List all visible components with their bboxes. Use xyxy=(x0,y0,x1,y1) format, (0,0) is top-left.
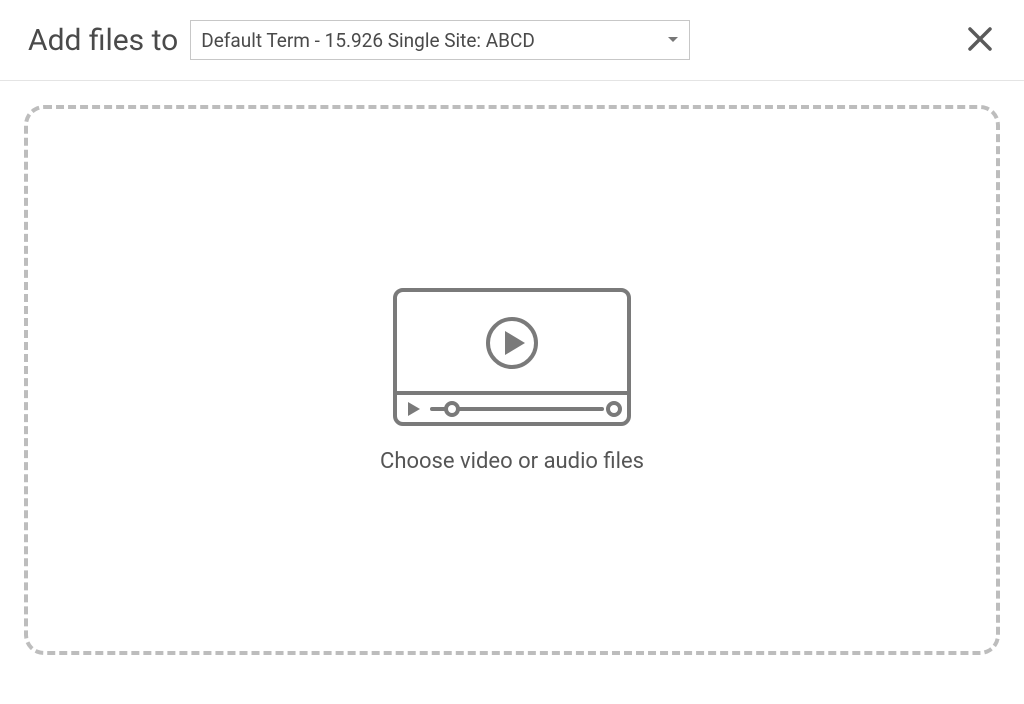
header: Add files to Default Term - 15.926 Singl… xyxy=(0,0,1024,81)
term-select[interactable]: Default Term - 15.926 Single Site: ABCD xyxy=(190,20,690,60)
close-button[interactable] xyxy=(964,24,996,56)
close-icon xyxy=(966,25,994,56)
video-player-icon xyxy=(392,287,632,431)
body: Choose video or audio files xyxy=(0,81,1024,679)
dropzone-label: Choose video or audio files xyxy=(380,449,644,474)
term-select-value: Default Term - 15.926 Single Site: ABCD xyxy=(201,29,659,52)
chevron-down-icon xyxy=(667,36,679,44)
header-title: Add files to xyxy=(28,23,178,58)
file-dropzone[interactable]: Choose video or audio files xyxy=(24,105,1000,655)
